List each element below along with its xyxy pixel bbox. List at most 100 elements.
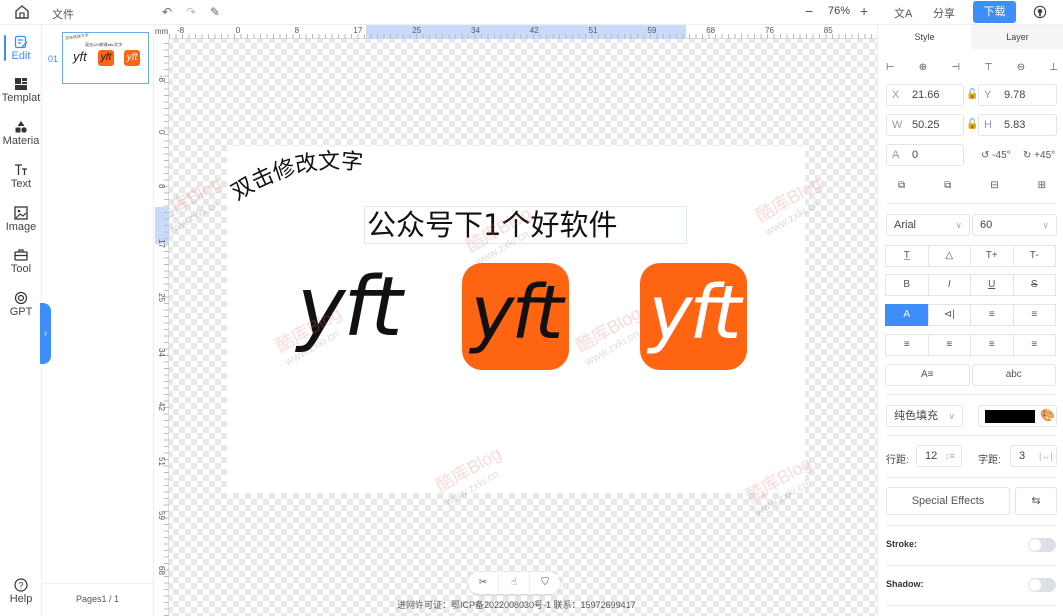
template-icon xyxy=(15,78,27,90)
align-right-icon[interactable]: ⊣ xyxy=(951,62,960,73)
collapse-panel-button[interactable]: › xyxy=(40,303,51,364)
bold-icon[interactable]: B xyxy=(885,274,929,296)
zoom-in-button[interactable]: + xyxy=(860,3,868,19)
font-family-select[interactable]: Arial ∨ xyxy=(886,214,970,236)
align-center-h-icon[interactable]: ⊕ xyxy=(919,62,927,73)
text-mode-row: A≡ abc xyxy=(885,364,1056,386)
share-button[interactable]: 分享 xyxy=(933,5,955,21)
image-icon xyxy=(14,206,28,220)
sidebar-item-edit[interactable]: Edit xyxy=(0,35,42,62)
align-left-icon[interactable]: ⊢ xyxy=(886,62,895,73)
sidebar-item-label: Templat xyxy=(1,92,41,104)
help-button[interactable]: ? Help xyxy=(0,578,42,605)
letter-spacing-field[interactable]: 3 |↔| xyxy=(1010,445,1057,467)
flip-h-icon[interactable]: ⊟ xyxy=(990,180,998,191)
ruler-icon[interactable]: ✎ xyxy=(208,5,222,19)
download-button[interactable]: 下载 xyxy=(973,1,1016,23)
align-bottom-icon[interactable]: ⊥ xyxy=(1049,62,1058,73)
x-field[interactable]: X 21.66 xyxy=(886,84,964,106)
rotate-ccw-button[interactable]: ↺ -45° xyxy=(981,150,1011,161)
special-effects-button[interactable]: Special Effects xyxy=(886,487,1010,515)
rotate-cw-button[interactable]: ↻ +45° xyxy=(1023,150,1055,161)
redo-icon[interactable]: ↷ xyxy=(184,5,198,19)
shield-icon[interactable]: ⛉ xyxy=(530,572,560,594)
align-text-right-icon[interactable]: ≡ xyxy=(970,334,1014,356)
ruler-tick-label: 34 xyxy=(471,26,480,35)
align-text-left-icon[interactable]: ≡ xyxy=(885,334,929,356)
undo-icon[interactable]: ↶ xyxy=(160,5,174,19)
design-page[interactable]: 双击修改文字 公众号下1个好软件 yft yft yft xyxy=(227,146,805,493)
tab-style[interactable]: Style xyxy=(878,25,971,49)
tab-layer[interactable]: Layer xyxy=(971,25,1063,49)
curved-text-icon[interactable]: abc xyxy=(971,364,1056,386)
underline-icon[interactable]: U xyxy=(970,274,1014,296)
page-thumbnail[interactable]: 双击修改文字 双击123修改abc文字 yft yft yft xyxy=(62,32,149,84)
align-text-center-icon[interactable]: ≡ xyxy=(927,334,971,356)
indent-icon[interactable]: ≡ xyxy=(1012,304,1056,326)
divider xyxy=(886,477,1056,478)
stroke-toggle[interactable] xyxy=(1028,538,1056,552)
ruler-tick-label: 17 xyxy=(353,26,363,35)
canvas-area[interactable]: 双击修改文字 公众号下1个好软件 yft yft yft 酷库Blog www.z… xyxy=(155,25,877,616)
ruler-tick-label: 8 xyxy=(157,184,166,189)
cut-icon[interactable]: ✂ xyxy=(468,572,499,594)
file-menu[interactable]: 文件 xyxy=(52,6,74,22)
lock-icon[interactable]: 🔓 xyxy=(966,89,978,100)
angle-field[interactable]: A0 xyxy=(886,144,964,166)
pages-panel: 01 双击修改文字 双击123修改abc文字 yft yft yft Pages… xyxy=(42,25,154,616)
align-top-icon[interactable]: ⊤ xyxy=(984,62,993,73)
y-field[interactable]: Y 9.78 xyxy=(978,84,1057,106)
sidebar-item-image[interactable]: Image xyxy=(0,206,42,233)
font-decrease-icon[interactable]: T- xyxy=(1012,245,1056,267)
github-icon[interactable] xyxy=(1033,5,1047,19)
properties-panel: Style Layer ⊢ ⊕ ⊣ ⊤ ⊖ ⊥ X 21.66 🔓 Y 9.78 W… xyxy=(877,25,1063,616)
sidebar-item-template[interactable]: Templat xyxy=(0,77,42,104)
logo-plain[interactable]: yft xyxy=(297,258,403,358)
palette-icon[interactable]: 🎨 xyxy=(1040,408,1055,422)
zoom-out-button[interactable]: − xyxy=(805,3,813,19)
height-field[interactable]: H 5.83 xyxy=(978,114,1057,136)
font-size-select[interactable]: 60 ∨ xyxy=(972,214,1057,236)
align-middle-v-icon[interactable]: ⊖ xyxy=(1017,62,1025,73)
home-icon[interactable] xyxy=(14,4,30,20)
italic-icon[interactable]: I xyxy=(927,274,971,296)
outdent-icon[interactable]: ≡ xyxy=(970,304,1014,326)
shadow-toggle[interactable] xyxy=(1028,578,1056,592)
lock-icon[interactable]: 🔓 xyxy=(966,119,978,130)
fill-bucket-icon[interactable]: △ xyxy=(927,245,971,267)
fill-type-select[interactable]: 纯色填充 ∨ xyxy=(886,405,963,427)
sidebar-item-tool[interactable]: Tool xyxy=(0,248,42,275)
sidebar-item-material[interactable]: Materia xyxy=(0,120,42,147)
text-background-icon[interactable]: T̲ xyxy=(885,245,929,267)
fill-color-picker[interactable]: 🎨 xyxy=(978,405,1057,427)
logo-orange-white[interactable]: yft xyxy=(640,263,747,370)
ungroup-icon[interactable]: ⧉ xyxy=(944,180,951,191)
vertical-text-icon[interactable]: A≡ xyxy=(885,364,970,386)
sidebar-item-text[interactable]: Text xyxy=(0,163,42,190)
sidebar-item-label: Image xyxy=(5,221,37,233)
ruler-tick-label: 59 xyxy=(157,511,166,520)
group-icon[interactable]: ⧉ xyxy=(898,180,905,191)
translate-icon[interactable]: 文A xyxy=(894,5,912,21)
shapes-icon xyxy=(15,121,27,133)
text-tools-row-1: T̲ △ T+ T- xyxy=(885,245,1056,267)
line-height-field[interactable]: 12 ↕≡ xyxy=(916,445,962,467)
logo-orange-dark[interactable]: yft xyxy=(462,263,569,370)
panel-tabs: Style Layer xyxy=(878,25,1063,49)
ruler-ticks xyxy=(164,39,169,616)
stroke-label: Stroke: xyxy=(886,539,918,549)
text-rtl-icon[interactable]: ⊲| xyxy=(927,304,971,326)
flip-v-icon[interactable]: ⊞ xyxy=(1038,180,1046,191)
sidebar-item-gpt[interactable]: GPT xyxy=(0,291,42,318)
ruler-unit: mm xyxy=(155,25,169,39)
width-field[interactable]: W 50.25 xyxy=(886,114,964,136)
swap-icon[interactable]: ⇆ xyxy=(1015,487,1057,515)
strikethrough-icon[interactable]: S xyxy=(1012,274,1056,296)
selected-text-box[interactable]: 公众号下1个好软件 xyxy=(364,206,687,244)
hand-icon[interactable]: ☝ xyxy=(499,572,530,594)
zoom-level: 76% xyxy=(828,5,851,17)
text-direction-icon[interactable]: A xyxy=(885,304,929,326)
color-swatch[interactable] xyxy=(985,410,1035,423)
align-text-justify-icon[interactable]: ≡ xyxy=(1012,334,1056,356)
font-increase-icon[interactable]: T+ xyxy=(970,245,1014,267)
